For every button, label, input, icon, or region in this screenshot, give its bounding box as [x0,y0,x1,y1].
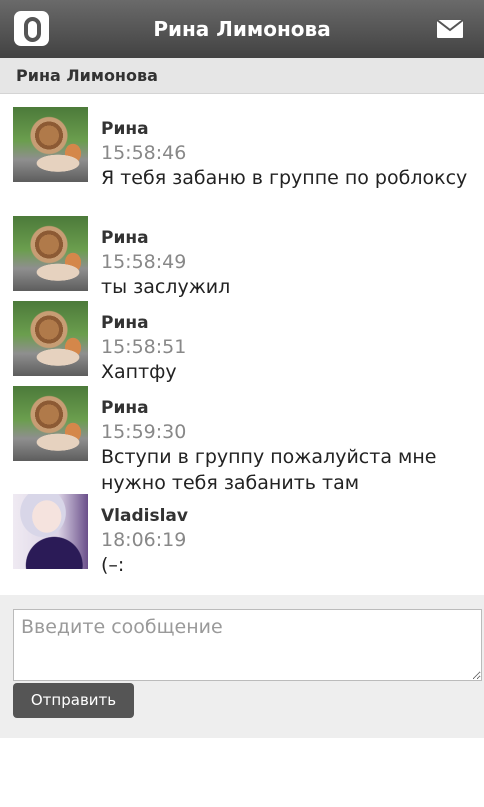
avatar[interactable] [13,494,88,569]
odnoklassniki-logo-icon[interactable] [14,11,49,46]
avatar[interactable] [13,216,88,291]
message-time: 15:58:49 [101,251,187,273]
message-text: Я тебя забаню в группе по роблоксу [101,167,468,189]
conversation-name: Рина Лимонова [16,66,158,85]
message-text: Вступи в группу пожалуйста мне нужно теб… [101,446,437,494]
avatar[interactable] [13,107,88,182]
message-author[interactable]: Рина [101,118,149,140]
message-text: ты заслужил [101,276,231,298]
message-author[interactable]: Рина [101,227,149,249]
message-author[interactable]: Vladislav [101,505,188,527]
message-list: Рина 15:58:46 Я тебя забаню в группе по … [0,94,484,594]
message-time: 15:59:30 [101,421,187,443]
mail-icon[interactable] [436,19,464,39]
message-text: (–: [101,554,125,576]
message-time: 18:06:19 [101,529,187,551]
message-time: 15:58:46 [101,142,187,164]
message-author[interactable]: Рина [101,312,149,334]
message-input[interactable] [13,609,482,681]
message-author[interactable]: Рина [101,397,149,419]
page-title: Рина Лимонова [153,17,331,41]
send-button[interactable]: Отправить [13,683,134,718]
message-text: Хаптфу [101,361,177,383]
top-bar: Рина Лимонова [0,0,484,58]
conversation-header: Рина Лимонова [0,58,484,94]
avatar[interactable] [13,301,88,376]
message-time: 15:58:51 [101,336,187,358]
avatar[interactable] [13,386,88,461]
message-composer: Отправить [0,595,484,738]
